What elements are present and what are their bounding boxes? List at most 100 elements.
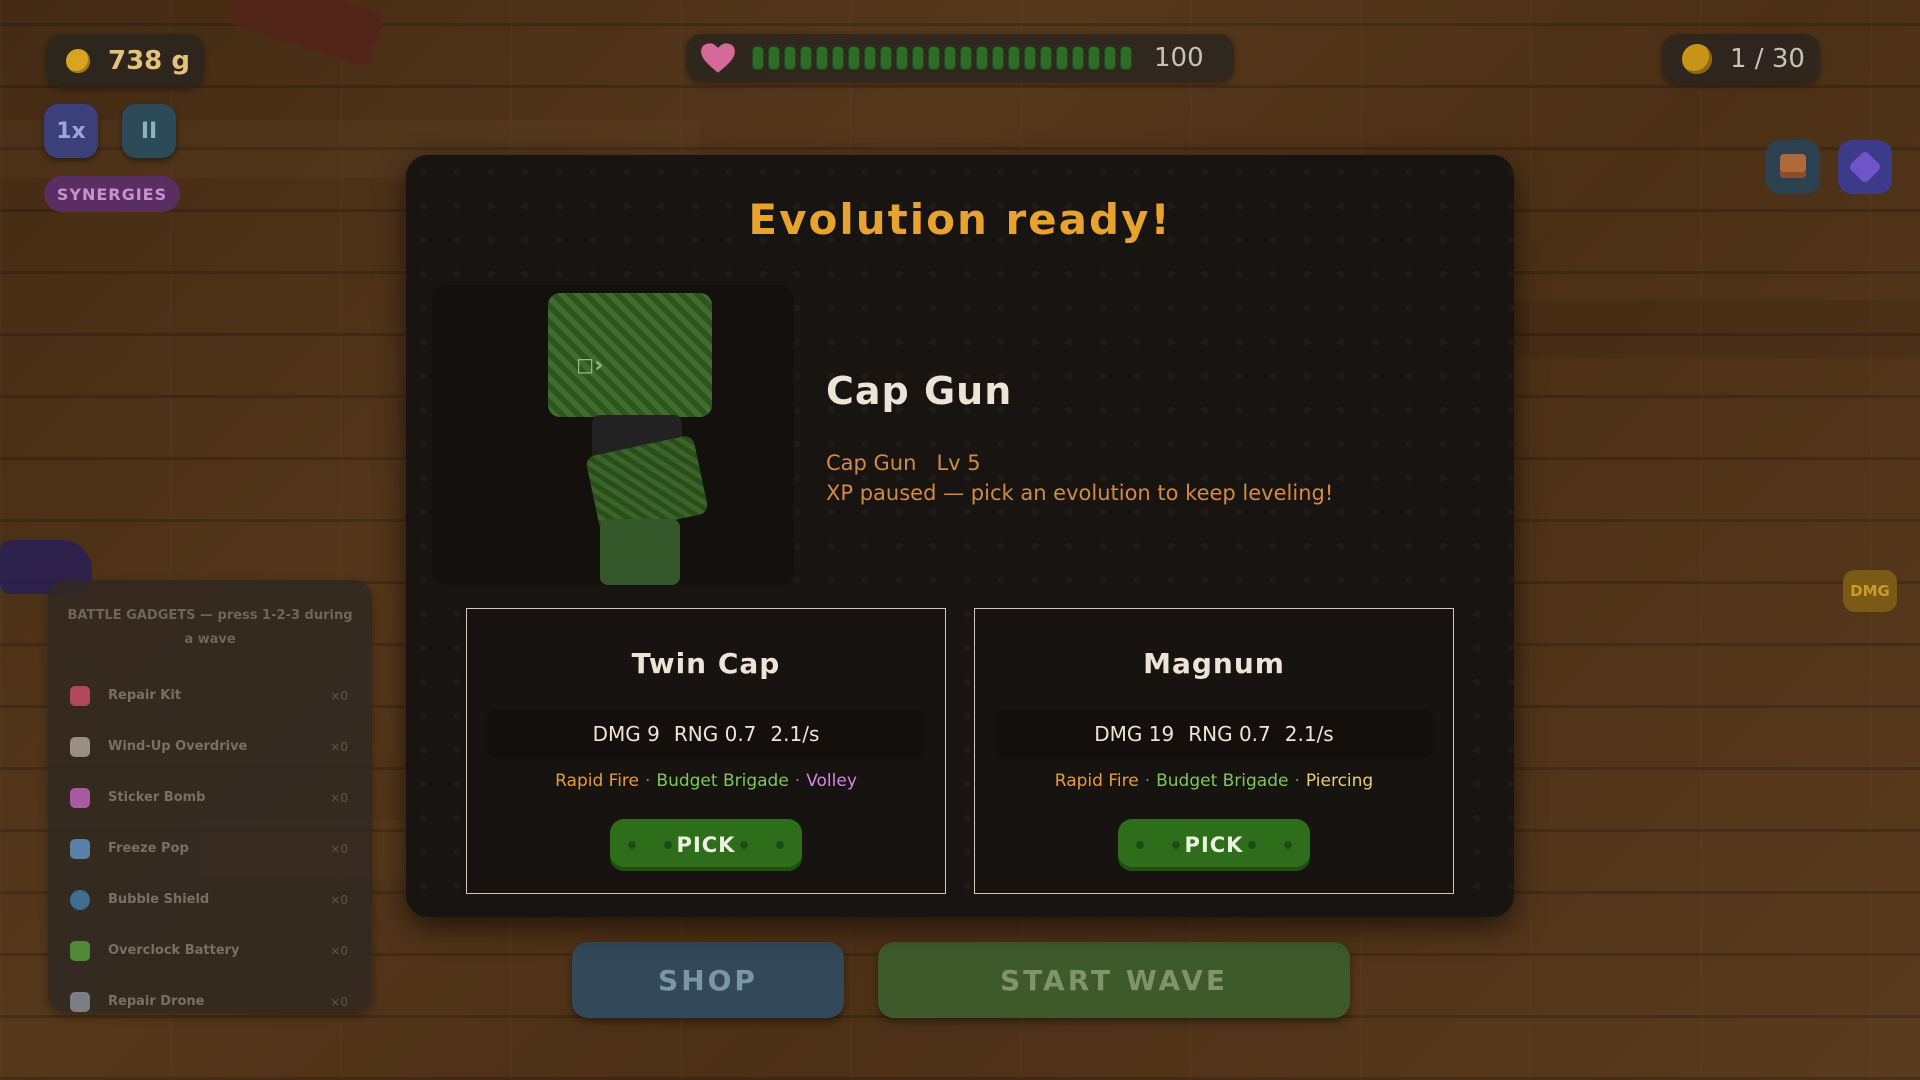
pick-button[interactable]: PICK bbox=[610, 819, 802, 871]
gadget-label: Bubble Shield bbox=[108, 892, 210, 907]
evolution-option-card: Magnum DMG 19 RNG 0.7 2.1/s Rapid Fire · B… bbox=[974, 608, 1454, 894]
tag-separator: · bbox=[1294, 771, 1300, 791]
gadget-item[interactable]: Repair Drone ×0 bbox=[48, 976, 372, 1027]
health-segment bbox=[752, 46, 764, 70]
tower-name: Cap Gun bbox=[826, 369, 1013, 413]
tag: Budget Brigade bbox=[1156, 771, 1289, 791]
stat-rng: RNG 0.7 bbox=[673, 722, 757, 746]
decor-dot bbox=[1248, 841, 1256, 849]
gadget-label: Sticker Bomb bbox=[108, 790, 206, 805]
health-segment bbox=[784, 46, 796, 70]
popsicle-icon bbox=[70, 838, 90, 859]
gadget-item[interactable]: Wind-Up Overdrive ×0 bbox=[48, 721, 372, 772]
decor-dot bbox=[776, 841, 784, 849]
health-segment bbox=[832, 46, 844, 70]
speed-button[interactable]: 1x bbox=[44, 104, 98, 158]
start-wave-button[interactable]: START WAVE bbox=[878, 942, 1350, 1018]
shop-button[interactable]: SHOP bbox=[572, 942, 844, 1018]
tower-portrait: ◻› bbox=[432, 285, 794, 585]
stat-rate: 2.1/s bbox=[770, 722, 820, 746]
xp-paused-note: XP paused — pick an evolution to keep le… bbox=[826, 481, 1334, 505]
tower-level: Lv 5 bbox=[936, 451, 981, 475]
gold-amount: 738 g bbox=[108, 46, 190, 76]
wave-bell-icon bbox=[1682, 44, 1712, 74]
dice-icon bbox=[1848, 150, 1882, 184]
pause-button[interactable]: II bbox=[122, 104, 176, 158]
stat-rate: 2.1/s bbox=[1284, 722, 1334, 746]
gadget-count: ×0 bbox=[330, 994, 348, 1009]
wave-value: 1 / 30 bbox=[1730, 44, 1805, 74]
health-segment bbox=[1024, 46, 1036, 70]
gadget-item[interactable]: Repair Kit ×0 bbox=[48, 670, 372, 721]
gadget-label: Freeze Pop bbox=[108, 841, 189, 856]
health-segment bbox=[816, 46, 828, 70]
inventory-button[interactable] bbox=[1766, 140, 1820, 194]
decor-dot bbox=[740, 841, 748, 849]
health-segment bbox=[960, 46, 972, 70]
gadget-label: Repair Drone bbox=[108, 994, 205, 1009]
coin-icon bbox=[66, 49, 90, 73]
decor-dot bbox=[1136, 841, 1144, 849]
modal-title: Evolution ready! bbox=[748, 195, 1172, 244]
dmg-toggle[interactable]: DMG bbox=[1843, 570, 1897, 612]
health-bar: 100 bbox=[686, 34, 1234, 82]
gadget-item[interactable]: Overclock Battery ×0 bbox=[48, 925, 372, 976]
reroll-button[interactable] bbox=[1838, 140, 1892, 194]
gold-counter: 738 g bbox=[46, 34, 204, 88]
gadget-count: ×0 bbox=[330, 739, 348, 754]
health-segment bbox=[912, 46, 924, 70]
gadget-label: Repair Kit bbox=[108, 688, 182, 703]
gadget-count: ×0 bbox=[330, 943, 348, 958]
pick-label: PICK bbox=[676, 833, 736, 857]
gadget-item[interactable]: Bubble Shield ×0 bbox=[48, 874, 372, 925]
stat-rng: RNG 0.7 bbox=[1188, 722, 1271, 746]
health-segment bbox=[976, 46, 988, 70]
evolution-modal: Evolution ready! ◻› Cap Gun Cap Gun Lv 5 … bbox=[406, 155, 1514, 917]
health-segment bbox=[864, 46, 876, 70]
health-segment bbox=[896, 46, 908, 70]
health-segment bbox=[848, 46, 860, 70]
synergies-button[interactable]: SYNERGIES bbox=[44, 176, 180, 212]
bubble-icon bbox=[70, 889, 90, 910]
health-segment bbox=[1088, 46, 1100, 70]
heart-icon bbox=[701, 43, 735, 73]
pick-button[interactable]: PICK bbox=[1118, 819, 1310, 871]
crate-icon bbox=[1780, 154, 1806, 178]
tag-separator: · bbox=[794, 771, 801, 791]
tower-model-head: ◻› bbox=[548, 293, 712, 417]
health-segment bbox=[944, 46, 956, 70]
tag-separator: · bbox=[645, 771, 651, 791]
health-segment bbox=[1120, 46, 1132, 70]
evolution-tags: Rapid Fire · Budget Brigade · Piercing bbox=[975, 771, 1453, 791]
battery-icon bbox=[70, 940, 90, 961]
stat-dmg: DMG 9 bbox=[592, 722, 660, 746]
gadget-item[interactable]: Sticker Bomb ×0 bbox=[48, 772, 372, 823]
evolution-tags: Rapid Fire · Budget Brigade · Volley bbox=[467, 771, 945, 791]
evolution-name: Magnum bbox=[1143, 647, 1285, 680]
drone-icon bbox=[70, 991, 90, 1012]
tower-level-line: Cap Gun Lv 5 bbox=[826, 451, 1001, 475]
gadget-count: ×0 bbox=[330, 841, 348, 856]
health-segment bbox=[1056, 46, 1068, 70]
pick-label: PICK bbox=[1184, 833, 1244, 857]
gadget-item[interactable]: Freeze Pop ×0 bbox=[48, 823, 372, 874]
health-segment bbox=[1008, 46, 1020, 70]
tower-emblem-icon: ◻› bbox=[576, 353, 604, 378]
health-value: 100 bbox=[1154, 43, 1204, 73]
health-segment bbox=[1040, 46, 1052, 70]
evolution-name: Twin Cap bbox=[631, 647, 781, 680]
gadget-label: Wind-Up Overdrive bbox=[108, 739, 248, 754]
gadgets-list: Repair Kit ×0 Wind-Up Overdrive ×0 Stick… bbox=[48, 670, 372, 1027]
health-segment bbox=[768, 46, 780, 70]
decor-dot bbox=[1172, 841, 1180, 849]
evolution-option-card: Twin Cap DMG 9 RNG 0.7 2.1/s Rapid Fire ·… bbox=[466, 608, 946, 894]
decor-dot bbox=[628, 841, 636, 849]
gadget-count: ×0 bbox=[330, 688, 348, 703]
health-segment bbox=[800, 46, 812, 70]
health-segments bbox=[752, 46, 1132, 70]
wave-counter: 1 / 30 bbox=[1662, 34, 1820, 84]
tag: Rapid Fire bbox=[555, 771, 639, 791]
tower-model-base bbox=[600, 519, 680, 585]
gadget-count: ×0 bbox=[330, 790, 348, 805]
evolution-stats: DMG 19 RNG 0.7 2.1/s bbox=[995, 709, 1433, 759]
